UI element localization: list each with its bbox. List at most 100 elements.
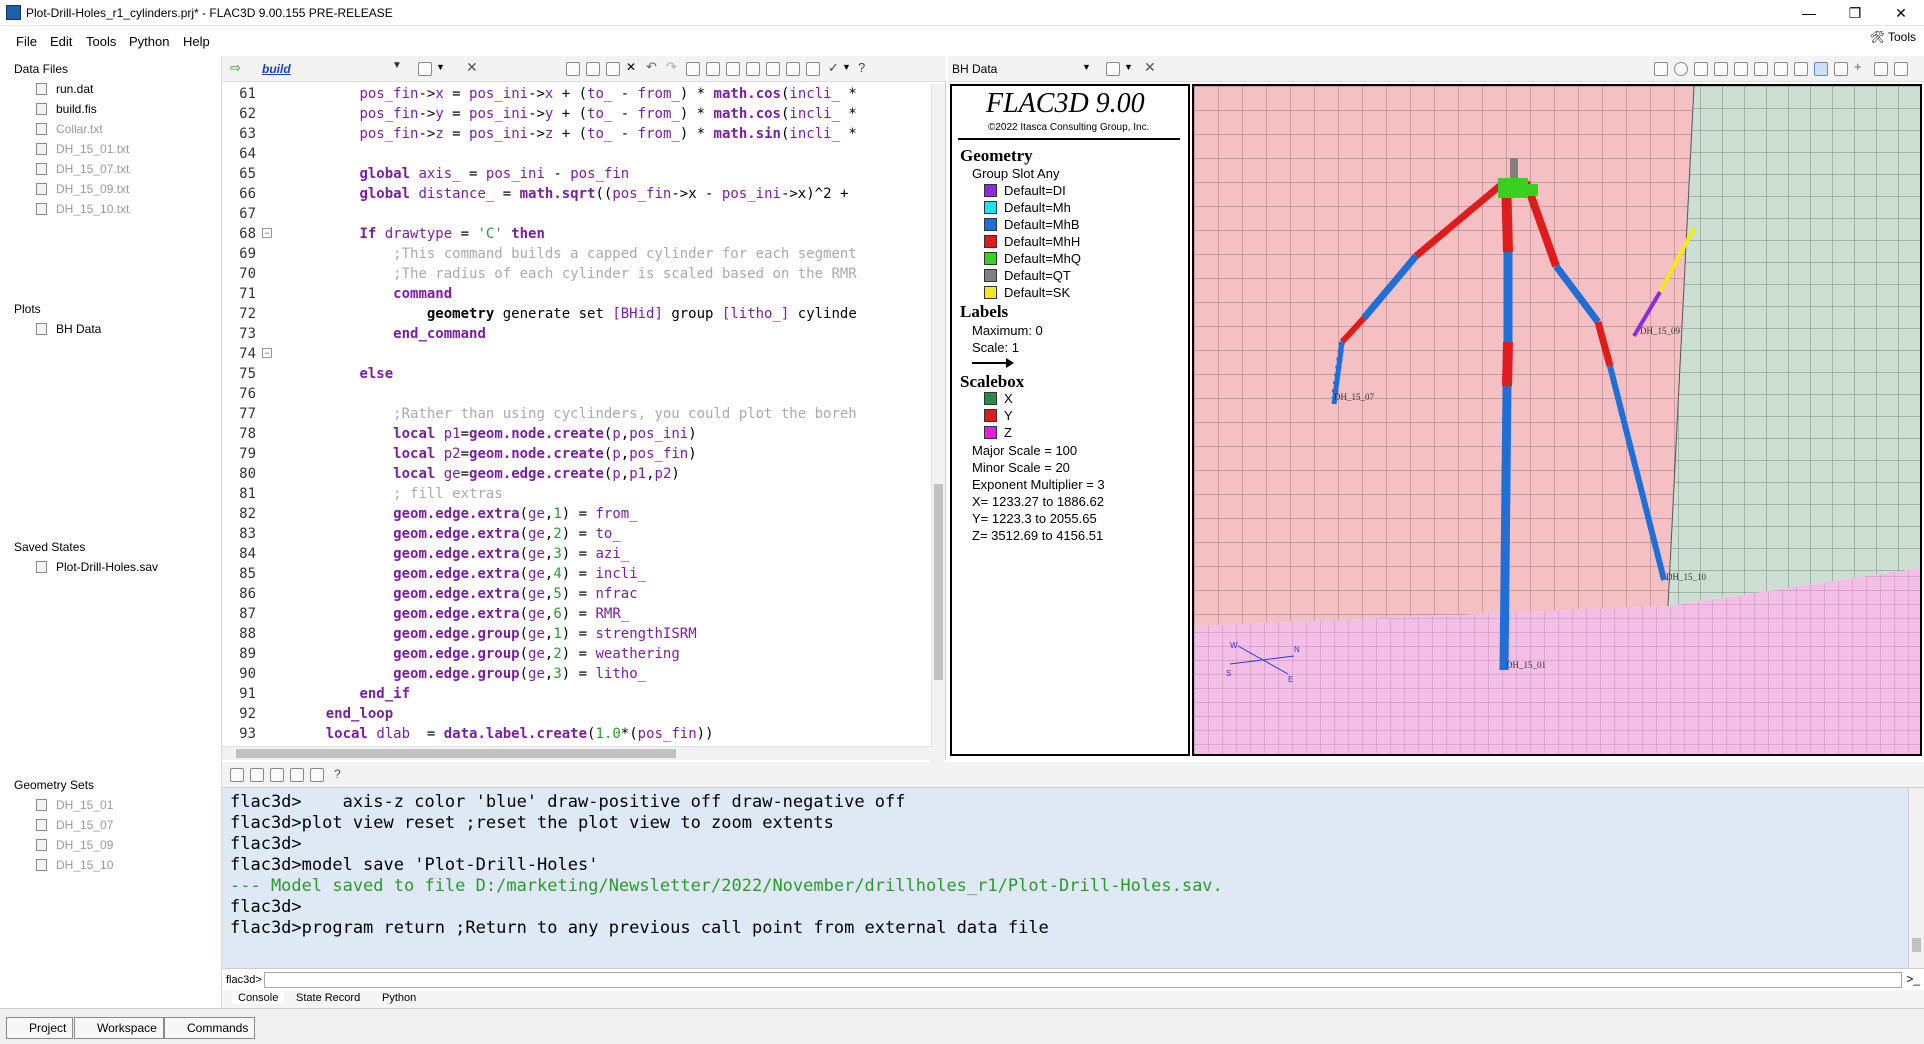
copy-icon[interactable] — [270, 768, 284, 782]
open-folder-icon[interactable] — [586, 62, 600, 76]
chevron-down-icon[interactable]: ▼ — [1124, 62, 1133, 72]
chevron-down-icon[interactable]: ▼ — [842, 62, 851, 72]
tab-console[interactable]: Console — [232, 992, 285, 1004]
command-input[interactable] — [264, 972, 1902, 988]
legend-swatch-mh — [984, 201, 997, 214]
console-line: flac3d> — [230, 834, 302, 854]
line-number: 91 — [239, 686, 256, 702]
minimize-button[interactable]: — — [1786, 0, 1832, 26]
line-number: 84 — [239, 546, 256, 562]
scrollbar-thumb[interactable] — [934, 484, 943, 680]
close-file-icon[interactable]: ✕ — [626, 60, 640, 74]
split-view-icon[interactable] — [418, 62, 432, 76]
menu-file[interactable]: File — [16, 34, 37, 49]
commands-button[interactable]: Commands — [164, 1017, 256, 1039]
tab-python[interactable]: Python — [382, 992, 416, 1004]
code-line: end_if — [359, 686, 411, 702]
code-area[interactable]: pos_fin->x = pos_ini->x + (to_ - from_) … — [292, 84, 932, 800]
editor-vertical-scrollbar[interactable] — [931, 84, 945, 790]
print-icon[interactable] — [1734, 62, 1748, 76]
editor-tab[interactable]: build — [262, 62, 291, 76]
layout-icon[interactable] — [1654, 62, 1668, 76]
legend-axis-swatch-x — [984, 392, 997, 405]
pick-icon[interactable] — [1834, 62, 1848, 76]
code-line: ;This command builds a capped cylinder f… — [393, 246, 857, 262]
plot-legend: FLAC3D 9.00 ©2022 Itasca Consulting Grou… — [950, 84, 1190, 756]
open-folder-icon[interactable] — [290, 768, 304, 782]
menu-edit[interactable]: Edit — [50, 34, 72, 49]
close-tab-icon[interactable]: ✕ — [466, 59, 478, 76]
submit-icon[interactable]: >_ — [1906, 972, 1920, 986]
tools-button[interactable]: 🛠 Tools — [1870, 30, 1916, 44]
select-pointer-icon[interactable] — [1814, 62, 1828, 76]
file-label: DH_15_01.txt — [56, 142, 130, 156]
copy-icon[interactable] — [1714, 62, 1728, 76]
refresh-icon[interactable] — [726, 62, 740, 76]
check-icon[interactable]: ✓ — [828, 60, 839, 76]
editor-horizontal-scrollbar[interactable] — [222, 746, 932, 760]
maximize-button[interactable]: ❐ — [1832, 0, 1878, 26]
legend-group-label: Default=MhQ — [1004, 251, 1081, 266]
bookmark-icon[interactable] — [746, 62, 760, 76]
workspace-button[interactable]: Workspace — [74, 1017, 164, 1039]
run-file-icon[interactable] — [230, 768, 244, 782]
menu-python[interactable]: Python — [129, 34, 169, 49]
file-icon — [36, 143, 47, 155]
dh-label: DH_15_10 — [1666, 572, 1706, 582]
run-icon[interactable]: ⇨ — [230, 60, 241, 76]
save-icon[interactable] — [1694, 62, 1708, 76]
redo-icon[interactable]: ↷ — [666, 59, 680, 74]
chevron-down-icon[interactable]: ▼ — [1082, 62, 1091, 72]
export-icon[interactable] — [1754, 62, 1768, 76]
replace-icon[interactable] — [706, 62, 720, 76]
split-view-icon[interactable] — [1106, 62, 1120, 76]
settings-icon[interactable] — [310, 768, 324, 782]
close-plot-icon[interactable]: ✕ — [1144, 59, 1156, 76]
back-wall-left-grid — [1194, 86, 1694, 626]
menu-help[interactable]: Help — [183, 34, 210, 49]
code-line: else — [359, 366, 394, 382]
tab-dropdown-icon[interactable]: ▼ — [392, 60, 402, 71]
code-line: pos_fin->z = pos_ini->z + (to_ - from_) … — [359, 126, 857, 142]
file-label: Collar.txt — [56, 122, 103, 136]
plot-tab[interactable]: BH Data — [952, 62, 997, 76]
3d-viewport[interactable]: DH_15_07 DH_15_09 DH_15_10 DH_15_01 W N … — [1192, 84, 1922, 756]
save-icon[interactable] — [606, 62, 620, 76]
console-scrollbar[interactable] — [1908, 788, 1924, 968]
legend-group-label: Default=Mh — [1004, 200, 1071, 215]
scrollbar-thumb[interactable] — [1912, 938, 1921, 952]
tools-icon: 🛠 — [1869, 30, 1888, 44]
view-icon[interactable] — [1794, 62, 1808, 76]
project-button[interactable]: Project — [6, 1017, 74, 1039]
indent-icon[interactable] — [766, 62, 780, 76]
new-file-icon[interactable] — [566, 62, 580, 76]
fold-toggle-icon[interactable]: − — [262, 348, 272, 358]
drillhole-dh-15-01 — [1499, 177, 1513, 671]
crosshair-icon[interactable]: + — [1854, 59, 1868, 74]
find-icon[interactable] — [686, 62, 700, 76]
chevron-down-icon[interactable]: ▼ — [436, 62, 445, 72]
legend-axis-label: Z — [1004, 425, 1012, 440]
refresh-icon[interactable] — [1674, 62, 1688, 76]
format-icon[interactable] — [786, 62, 800, 76]
geometry-icon — [36, 799, 47, 811]
undo-icon[interactable]: ↶ — [646, 59, 660, 74]
menu-tools[interactable]: Tools — [86, 34, 116, 49]
legend-axis-label: Y — [1004, 408, 1013, 423]
filter-icon[interactable] — [1894, 62, 1908, 76]
settings-icon[interactable] — [1774, 62, 1788, 76]
settings-icon[interactable] — [806, 62, 820, 76]
help-icon[interactable]: ? — [858, 60, 865, 75]
tab-state-record[interactable]: State Record — [296, 992, 360, 1004]
file-label: DH_15_09.txt — [56, 182, 130, 196]
help-icon[interactable]: ? — [334, 767, 341, 781]
measure-icon[interactable] — [1874, 62, 1888, 76]
scrollbar-thumb[interactable] — [236, 749, 676, 758]
code-line: geom.edge.extra(ge,5) = nfrac — [393, 586, 638, 602]
fold-toggle-icon[interactable]: − — [262, 228, 272, 238]
legend-minor-scale: Minor Scale = 20 — [972, 460, 1070, 475]
line-number: 93 — [239, 726, 256, 742]
save-icon[interactable] — [250, 768, 264, 782]
close-button[interactable]: ✕ — [1878, 0, 1924, 26]
